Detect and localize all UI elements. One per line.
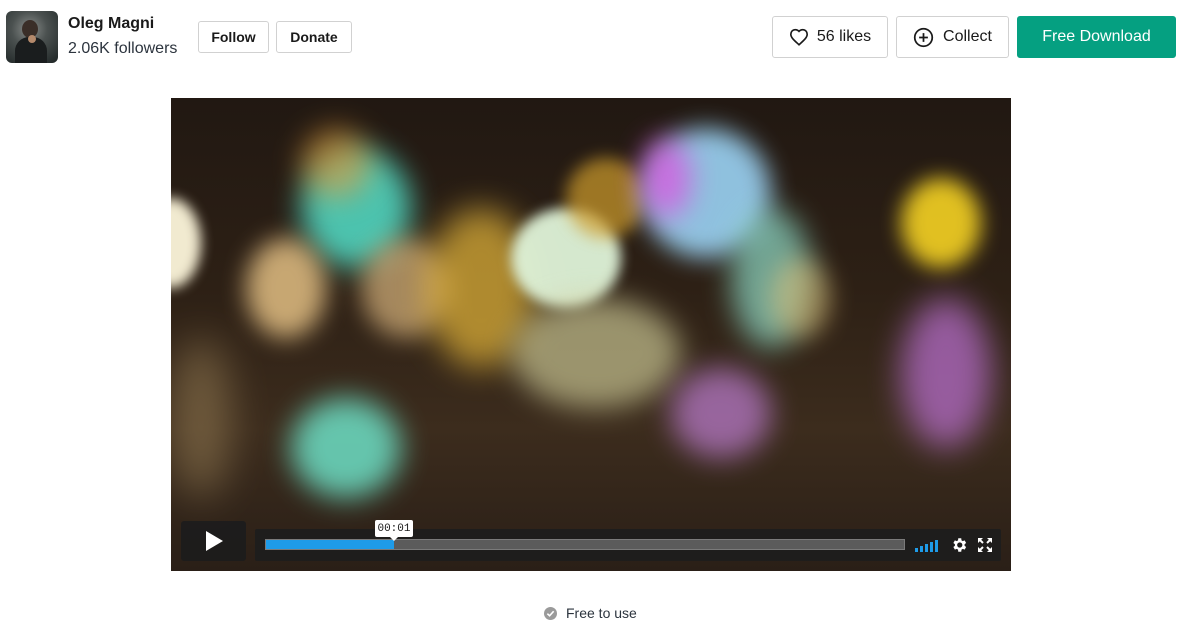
progress-bar[interactable] [265, 539, 905, 550]
progress-fill [266, 540, 394, 549]
check-icon [544, 606, 557, 620]
player-control-bar [255, 529, 1001, 561]
license-info: Free to use [544, 605, 637, 621]
collect-label: Collect [943, 28, 992, 45]
free-download-button[interactable]: Free Download [1017, 16, 1176, 58]
volume-icon[interactable] [915, 538, 939, 552]
follow-button[interactable]: Follow [198, 21, 269, 53]
collect-button[interactable]: Collect [896, 16, 1009, 58]
play-icon [205, 531, 223, 551]
video-player[interactable]: 00:01 [171, 98, 1011, 571]
heart-icon [789, 28, 808, 46]
author-name[interactable]: Oleg Magni [68, 15, 154, 33]
time-tooltip: 00:01 [375, 520, 413, 541]
play-button[interactable] [181, 521, 246, 561]
follower-count: 2.06K followers [68, 40, 178, 57]
author-avatar[interactable] [6, 11, 58, 63]
license-label: Free to use [566, 605, 637, 621]
plus-circle-icon [913, 27, 934, 47]
gear-icon[interactable] [950, 536, 968, 554]
fullscreen-icon[interactable] [977, 537, 993, 553]
donate-button[interactable]: Donate [276, 21, 352, 53]
likes-count: 56 likes [816, 28, 872, 45]
like-button[interactable]: 56 likes [772, 16, 888, 58]
